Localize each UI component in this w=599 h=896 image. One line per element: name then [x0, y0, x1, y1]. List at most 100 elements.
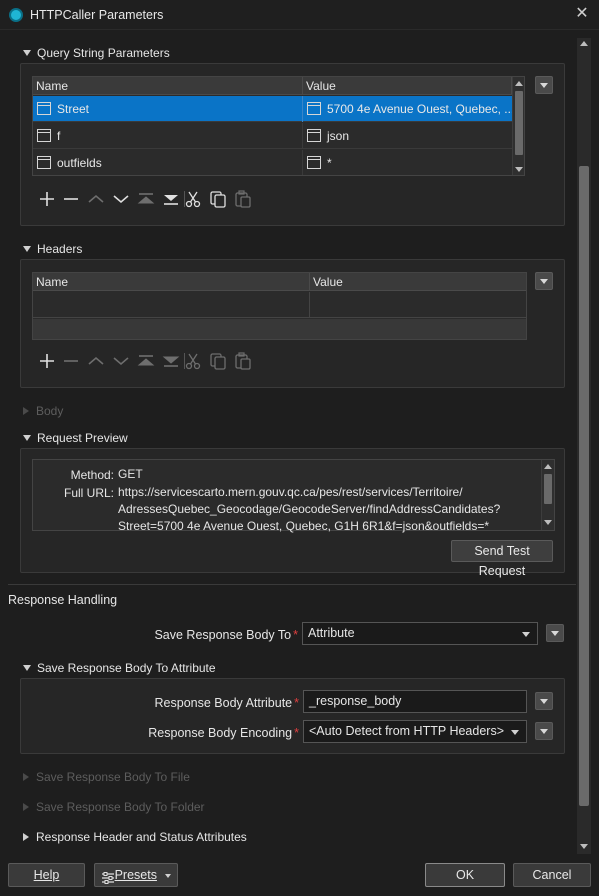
expand-triangle-icon: [23, 434, 31, 441]
request-preview-group: Method: GET Full URL: https://servicesca…: [20, 448, 565, 578]
cell-value[interactable]: [310, 292, 526, 318]
table-row[interactable]: outfields *: [33, 150, 512, 175]
copy-icon[interactable]: [207, 350, 229, 372]
move-down-icon[interactable]: [110, 350, 132, 372]
query-string-group: Name Value Street 5700 4e Avenue Ouest, …: [20, 63, 565, 226]
chevron-down-icon: [165, 873, 172, 878]
scroll-down-icon[interactable]: [580, 844, 588, 849]
cell-name[interactable]: [33, 292, 310, 318]
cell-value[interactable]: *: [303, 150, 512, 175]
save-to-attribute-section-header[interactable]: Save Response Body To Attribute: [23, 661, 216, 675]
save-response-body-to-label: Save Response Body To *: [68, 628, 298, 642]
cell-text: f: [57, 129, 61, 143]
query-toolbar: [36, 188, 276, 212]
cut-icon[interactable]: [182, 188, 204, 210]
table-row[interactable]: [33, 292, 526, 318]
table-row[interactable]: f json: [33, 123, 512, 149]
help-button[interactable]: Help: [8, 863, 85, 887]
remove-icon[interactable]: [60, 350, 82, 372]
scroll-down-icon[interactable]: [515, 167, 523, 172]
main-scrollbar[interactable]: [577, 38, 591, 854]
headers-group: Name Value: [20, 259, 565, 388]
response-body-attribute-label: Response Body Attribute *: [61, 696, 299, 710]
table-scrollbar[interactable]: [512, 77, 524, 175]
cell-name[interactable]: f: [33, 123, 303, 149]
send-test-request-button[interactable]: Send Test Request: [451, 540, 553, 578]
app-icon: [9, 8, 23, 22]
move-top-icon[interactable]: [135, 350, 157, 372]
expand-triangle-icon: [23, 245, 31, 252]
save-to-file-section-header: Save Response Body To File: [23, 770, 190, 784]
response-handling-header: Response Handling: [8, 593, 118, 607]
preview-scrollbar[interactable]: [541, 460, 554, 530]
scroll-up-icon[interactable]: [515, 81, 523, 86]
column-header-name[interactable]: Name: [33, 77, 303, 95]
request-preview-section-header[interactable]: Request Preview: [23, 431, 128, 445]
window-title: HTTPCaller Parameters: [30, 8, 164, 22]
attribute-icon: [307, 156, 321, 169]
cell-name[interactable]: outfields: [33, 150, 303, 175]
move-up-icon[interactable]: [85, 188, 107, 210]
scroll-thumb[interactable]: [515, 91, 523, 155]
body-attr-menu-button[interactable]: [535, 692, 553, 710]
cell-text: json: [327, 129, 350, 143]
close-icon[interactable]: ✕: [573, 5, 591, 23]
response-body-encoding-combo[interactable]: <Auto Detect from HTTP Headers>: [303, 720, 527, 743]
add-icon[interactable]: [36, 188, 58, 210]
query-menu-button[interactable]: [535, 76, 553, 94]
chevron-down-icon: [522, 632, 530, 637]
move-down-icon[interactable]: [110, 188, 132, 210]
expand-triangle-icon: [23, 664, 31, 671]
scroll-up-icon[interactable]: [580, 41, 588, 46]
scroll-up-icon[interactable]: [544, 464, 552, 469]
paste-icon[interactable]: [232, 188, 254, 210]
cell-text: *: [327, 156, 332, 170]
column-header-name[interactable]: Name: [33, 273, 310, 291]
button-label: Help: [33, 868, 60, 882]
add-icon[interactable]: [36, 350, 58, 372]
move-top-icon[interactable]: [135, 188, 157, 210]
presets-button[interactable]: Presets: [94, 863, 178, 887]
save-to-menu-button[interactable]: [546, 624, 564, 642]
headers-section-header[interactable]: Headers: [23, 242, 82, 256]
response-body-attribute-input[interactable]: _response_body: [303, 690, 527, 713]
table-row[interactable]: Street 5700 4e Avenue Ouest, Quebec, ...: [33, 96, 512, 122]
remove-icon[interactable]: [60, 188, 82, 210]
chevron-down-icon: [511, 730, 519, 735]
save-response-body-to-combo[interactable]: Attribute: [302, 622, 538, 645]
headers-toolbar: [36, 350, 276, 374]
headers-menu-button[interactable]: [535, 272, 553, 290]
move-up-icon[interactable]: [85, 350, 107, 372]
column-header-value[interactable]: Value: [303, 77, 512, 95]
attribute-icon: [37, 156, 51, 169]
section-divider: [8, 584, 576, 585]
cancel-button[interactable]: Cancel: [513, 863, 591, 887]
move-bottom-icon[interactable]: [160, 188, 182, 210]
label-text: Save Response Body To: [154, 628, 292, 642]
cut-icon[interactable]: [182, 350, 204, 372]
cell-name[interactable]: Street: [33, 96, 303, 122]
encoding-menu-button[interactable]: [535, 722, 553, 740]
collapsed-triangle-icon: [23, 832, 29, 841]
copy-icon[interactable]: [207, 188, 229, 210]
scroll-thumb[interactable]: [579, 166, 589, 806]
scroll-down-icon[interactable]: [544, 520, 552, 525]
full-url-label: Full URL:: [63, 486, 114, 500]
parameters-panel: Query String Parameters Name Value Stree…: [8, 36, 576, 856]
ok-button[interactable]: OK: [425, 863, 505, 887]
url-line: Street=5700 4e Avenue Ouest, Quebec, G1H…: [118, 519, 490, 533]
request-preview-title: Request Preview: [37, 431, 128, 445]
query-string-section-header[interactable]: Query String Parameters: [23, 46, 170, 60]
move-bottom-icon[interactable]: [160, 350, 182, 372]
scroll-thumb[interactable]: [544, 474, 552, 504]
cell-value[interactable]: 5700 4e Avenue Ouest, Quebec, ...: [303, 96, 512, 122]
headers-section-title: Headers: [37, 242, 83, 256]
paste-icon[interactable]: [232, 350, 254, 372]
header-status-section-header[interactable]: Response Header and Status Attributes: [23, 830, 247, 844]
column-header-value[interactable]: Value: [310, 273, 526, 291]
required-marker: *: [294, 726, 299, 740]
attribute-icon: [37, 102, 51, 115]
headers-table: Name Value: [32, 272, 527, 340]
table-empty-area: [33, 319, 526, 339]
cell-value[interactable]: json: [303, 123, 512, 149]
